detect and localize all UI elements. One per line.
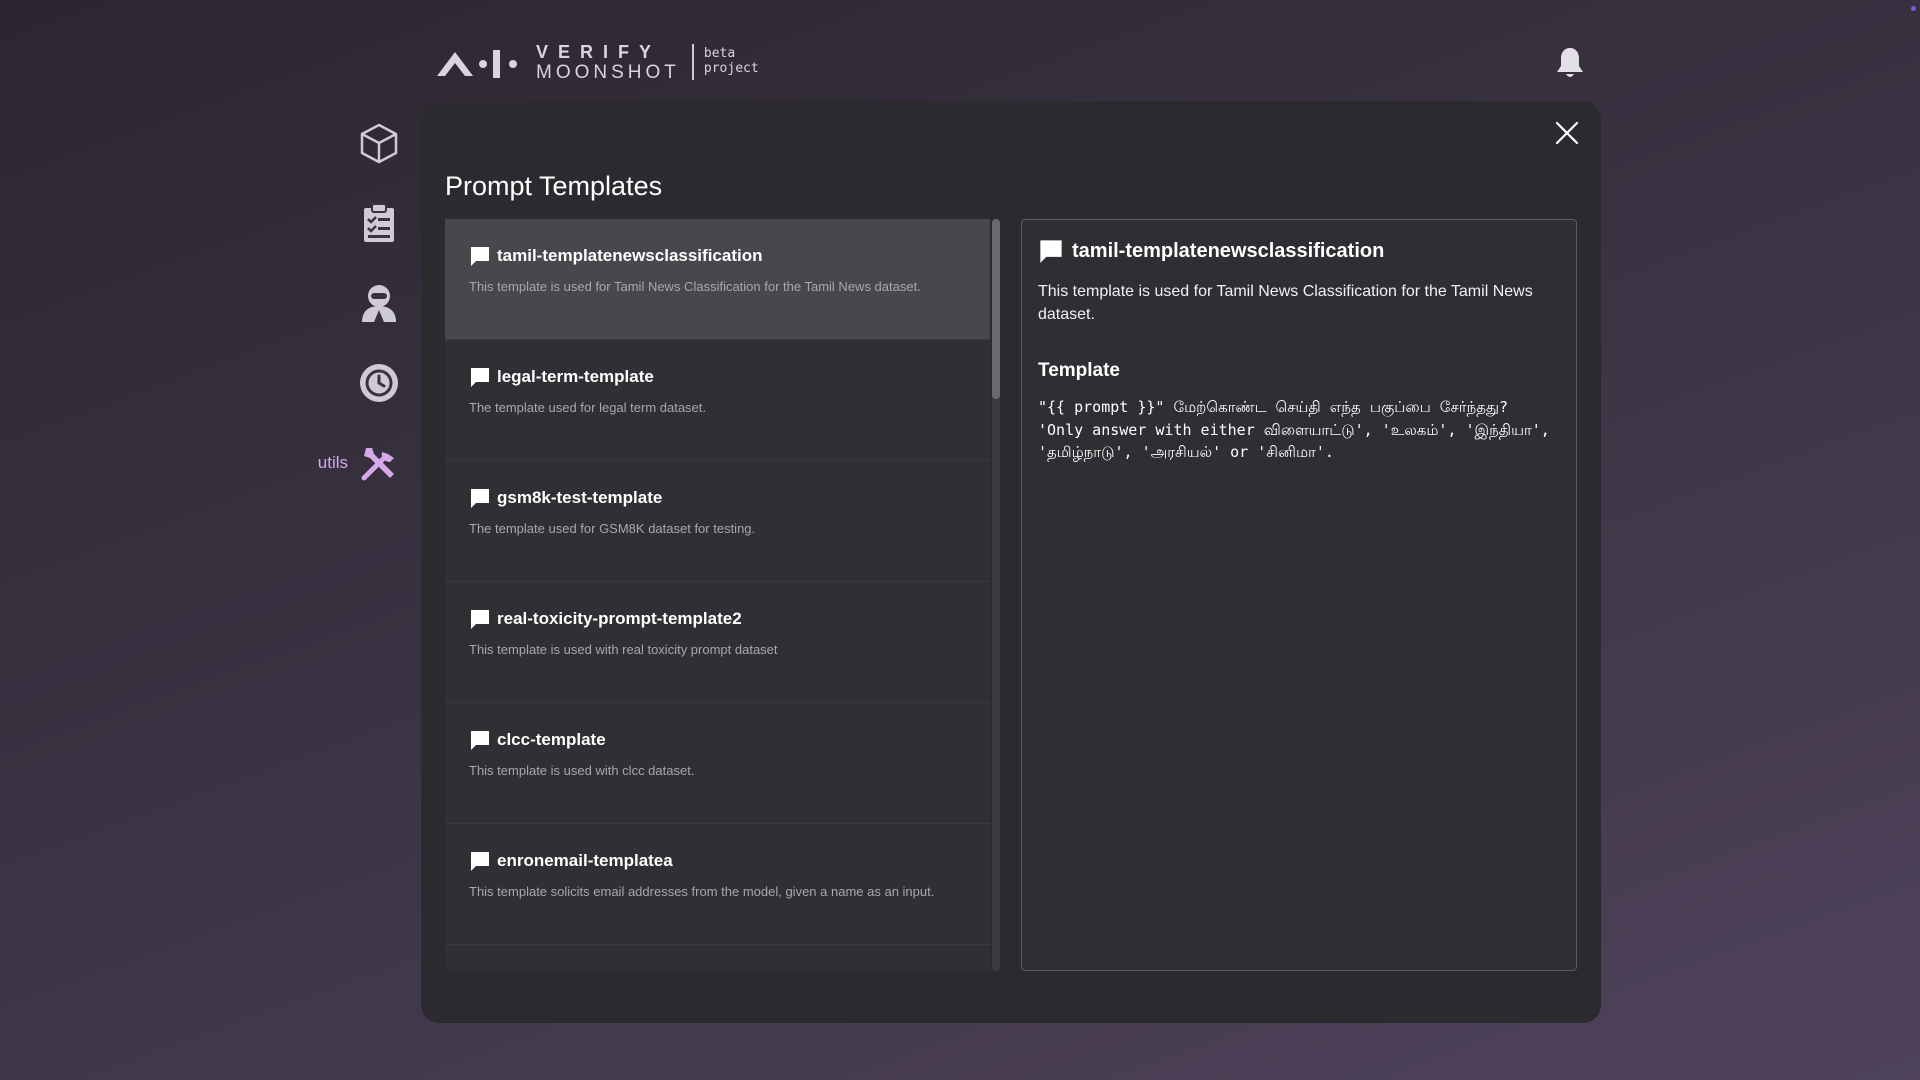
template-name: gsm8k-test-template [497,488,663,507]
template-description: The template used for legal term dataset… [469,400,707,415]
logo-wordmark: VERIFY MOONSHOT [536,43,680,82]
logo-moonshot-text: MOONSHOT [536,61,680,83]
tools-icon [361,448,394,481]
sidebar-item-history[interactable] [290,358,400,408]
logo-beta-text: beta [703,46,736,62]
detail-template-content: "{{ prompt }}" மேற்கொண்ட செய்தி எந்த பகு… [1038,398,1559,462]
template-list-item[interactable]: real-toxicity-prompt-template2 This temp… [445,582,990,703]
scrollbar-thumb[interactable] [992,219,1000,399]
template-description: This template solicits email addresses f… [469,884,935,899]
sidebar-item-utils-label: utils [317,453,348,472]
template-list-item[interactable]: tamil-templatenewsclassification This te… [445,219,990,340]
template-list-item[interactable]: enronemail-templatea This template solic… [445,824,990,945]
logo-verify-text: VERIFY [536,41,662,62]
chat-bubble-icon [471,852,489,871]
sidebar-item-utils[interactable]: utils [290,438,400,488]
chat-bubble-icon [471,610,489,629]
corner-indicator-dot [1911,6,1916,11]
template-name: tamil-templatenewsclassification [497,246,763,265]
aiverify-logo-mark-icon [437,50,517,78]
history-icon [360,364,398,402]
detail-template-name: tamil-templatenewsclassification [1072,239,1385,262]
sidebar-item-benchmarks[interactable] [290,198,400,248]
template-description: This template is used with clcc dataset. [469,763,695,778]
sidebar-item-red-teaming[interactable] [290,278,400,328]
clipboard-list-icon [364,203,394,242]
chat-bubble-icon [471,247,489,266]
logo-divider [691,44,694,80]
detail-template-heading: Template [1038,360,1121,382]
template-list-item[interactable]: legal-term-template The template used fo… [445,340,990,461]
chat-bubble-icon [471,368,489,387]
close-icon[interactable] [1551,117,1583,149]
chat-bubble-icon [1040,240,1062,263]
template-list-scrollbar[interactable] [992,219,1000,971]
template-description: This template is used with real toxicity… [469,642,778,657]
chat-bubble-icon [471,731,489,750]
template-list-item[interactable]: gsm8k-test-template The template used fo… [445,461,990,582]
template-list: tamil-templatenewsclassification This te… [445,219,990,971]
chat-bubble-icon [471,489,489,508]
template-name: clcc-template [497,730,606,749]
template-list-item[interactable]: clcc-template This template is used with… [445,703,990,824]
logo-beta-tag: beta project [703,46,759,77]
detail-template-description: This template is used for Tamil News Cla… [1038,283,1533,324]
sidebar-item-endpoints[interactable] [290,118,400,168]
template-name: enronemail-templatea [497,851,673,870]
template-list-item-partial[interactable] [445,945,990,971]
notification-bell-icon[interactable] [1555,46,1585,80]
template-description: This template is used for Tamil News Cla… [469,279,921,294]
app-logo: VERIFY MOONSHOT beta project [435,42,759,82]
agent-icon [362,285,396,322]
page-title: Prompt Templates [445,171,663,201]
template-detail-panel: tamil-templatenewsclassification This te… [1021,219,1577,971]
prompt-templates-modal: Prompt Templates tamil-templatenewsclass… [421,101,1601,1023]
template-name: legal-term-template [497,367,654,386]
logo-project-text: project [703,61,759,76]
template-name: real-toxicity-prompt-template2 [497,609,742,628]
cube-icon [360,123,398,164]
template-description: The template used for GSM8K dataset for … [469,521,756,536]
